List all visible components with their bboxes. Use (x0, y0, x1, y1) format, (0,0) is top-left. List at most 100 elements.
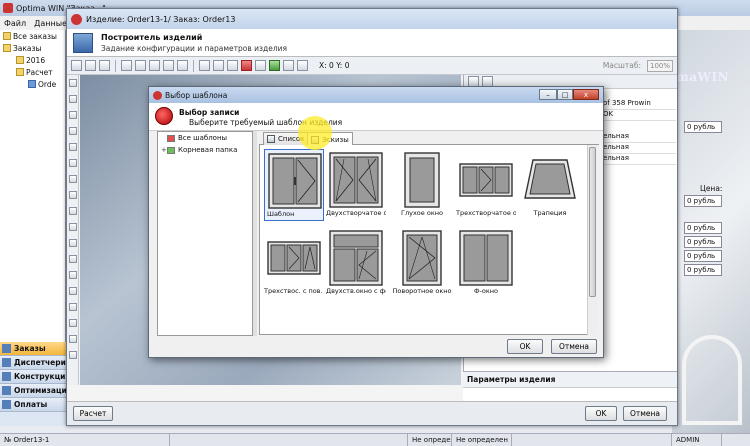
tree-item-order[interactable]: Orde (0, 78, 65, 90)
dialog-ok-button[interactable]: OK (507, 339, 543, 354)
price-field-1[interactable]: 0 рубль (684, 195, 722, 207)
tree-item-calc[interactable]: Расчет (0, 66, 65, 78)
tool-icon[interactable] (68, 95, 77, 103)
builder-logo-icon (71, 13, 82, 25)
tool-icon[interactable] (68, 111, 77, 119)
sash-icon[interactable] (213, 60, 224, 71)
template-window-icon (268, 153, 322, 209)
copy-icon[interactable] (121, 60, 132, 71)
double-window-transom-icon (329, 230, 383, 286)
template-item[interactable]: Трехстворчатое окно (456, 149, 516, 221)
nav-construction[interactable]: Конструкция (0, 370, 66, 384)
folder-icon (3, 32, 11, 40)
tool-icon[interactable] (68, 319, 77, 327)
print-icon[interactable] (297, 60, 308, 71)
tool-icon[interactable] (68, 303, 77, 311)
menu-data[interactable]: Данные (34, 19, 67, 28)
frame-icon[interactable] (199, 60, 210, 71)
tool-icon[interactable] (68, 79, 77, 87)
tool-icon[interactable] (68, 127, 77, 135)
construction-icon (2, 372, 11, 381)
tree-item-2016[interactable]: 2016 (0, 54, 65, 66)
nav-payments[interactable]: Оплаты (0, 398, 66, 412)
folder-icon (16, 68, 24, 76)
tree-all-templates[interactable]: Все шаблоны (158, 132, 252, 144)
triple-window-icon (459, 163, 513, 197)
minimize-button[interactable]: – (539, 89, 557, 100)
tool-icon[interactable] (68, 351, 77, 359)
price-field-4[interactable]: 0 рубль (684, 250, 722, 262)
builder-header: Построитель изделий Задание конфигурации… (67, 29, 677, 57)
tool-icon[interactable] (68, 255, 77, 263)
dialog-logo-icon (153, 90, 162, 100)
open-icon[interactable] (85, 60, 96, 71)
template-item[interactable]: Глухое окно (392, 149, 452, 221)
tool-icon[interactable] (68, 239, 77, 247)
double-window-icon (329, 152, 383, 208)
dialog-header: Выбор записи Выберите требуемый шаблон и… (149, 103, 603, 131)
tree-item-orders[interactable]: Заказы (0, 42, 65, 54)
calculate-icon[interactable] (269, 60, 280, 71)
zoom-select[interactable]: 100% (647, 59, 673, 72)
template-caption: Трапеция (533, 209, 567, 217)
dialog-titlebar: Выбор шаблона – □ x (149, 87, 603, 103)
nav-orders[interactable]: Заказы (0, 342, 66, 356)
tree-root-folder[interactable]: + Корневая папка (158, 144, 252, 156)
folder-icon (3, 44, 11, 52)
menu-file[interactable]: Файл (4, 19, 26, 28)
pane-splitter[interactable] (253, 131, 257, 336)
cursor-coordinates: X: 0 Y: 0 (319, 61, 350, 70)
scrollbar-thumb[interactable] (589, 147, 596, 297)
save-icon[interactable] (99, 60, 110, 71)
green-folder-icon (167, 146, 175, 154)
folder-icon (16, 56, 24, 64)
tool-icon[interactable] (68, 175, 77, 183)
template-item[interactable]: Шаблон (264, 149, 324, 221)
nav-optimization[interactable]: Оптимизация (0, 384, 66, 398)
nav-dispatch[interactable]: Диспетчериза (0, 356, 66, 370)
undo-icon[interactable] (149, 60, 160, 71)
calc-button[interactable]: Расчет (73, 406, 113, 421)
tool-icon[interactable] (68, 159, 77, 167)
status-user: ADMIN (672, 433, 722, 446)
price-field-3[interactable]: 0 рубль (684, 236, 722, 248)
arch-window-image (682, 335, 742, 425)
tool-icon[interactable] (68, 335, 77, 343)
tool-icon[interactable] (68, 271, 77, 279)
paste-icon[interactable] (135, 60, 146, 71)
template-item[interactable]: Двухств.окно с форт. (326, 227, 386, 299)
tool-icon[interactable] (68, 287, 77, 295)
triple-window-turn-icon (267, 241, 321, 275)
builder-cancel-button[interactable]: Отмена (623, 406, 667, 421)
template-item[interactable]: Трапеция (520, 149, 580, 221)
template-item[interactable]: Двухстворчатое окно (326, 149, 386, 221)
tree-item-all-orders[interactable]: Все заказы (0, 30, 65, 42)
tool-icon[interactable] (68, 143, 77, 151)
template-icon[interactable] (241, 60, 252, 71)
redo-icon[interactable] (163, 60, 174, 71)
tool-icon[interactable] (68, 223, 77, 231)
template-caption: Двухств.окно с форт. (326, 287, 386, 295)
template-caption: Глухое окно (401, 209, 443, 217)
close-button[interactable]: x (573, 89, 599, 100)
mullion-icon[interactable] (227, 60, 238, 71)
new-icon[interactable] (71, 60, 82, 71)
maximize-button[interactable]: □ (557, 89, 573, 100)
orders-icon (2, 344, 11, 353)
price-field-5[interactable]: 0 рубль (684, 264, 722, 276)
grid-icon[interactable] (177, 60, 188, 71)
tool-icon[interactable] (68, 207, 77, 215)
price-field-2[interactable]: 0 рубль (684, 222, 722, 234)
dispatch-icon (2, 358, 11, 367)
template-item[interactable]: Ф-окно (456, 227, 516, 299)
dropdown-icon[interactable] (255, 60, 266, 71)
gallery-scrollbar[interactable] (587, 145, 597, 335)
tool-icon[interactable] (68, 191, 77, 199)
template-item[interactable]: Поворотное окно (392, 227, 452, 299)
builder-ok-button[interactable]: OK (585, 406, 617, 421)
turn-window-icon (402, 230, 442, 286)
dialog-cancel-button[interactable]: Отмена (551, 339, 597, 354)
size-icon[interactable] (283, 60, 294, 71)
price-field-top[interactable]: 0 рубль (684, 121, 722, 133)
template-item[interactable]: Трехствос. с пов. шт. (264, 227, 324, 299)
